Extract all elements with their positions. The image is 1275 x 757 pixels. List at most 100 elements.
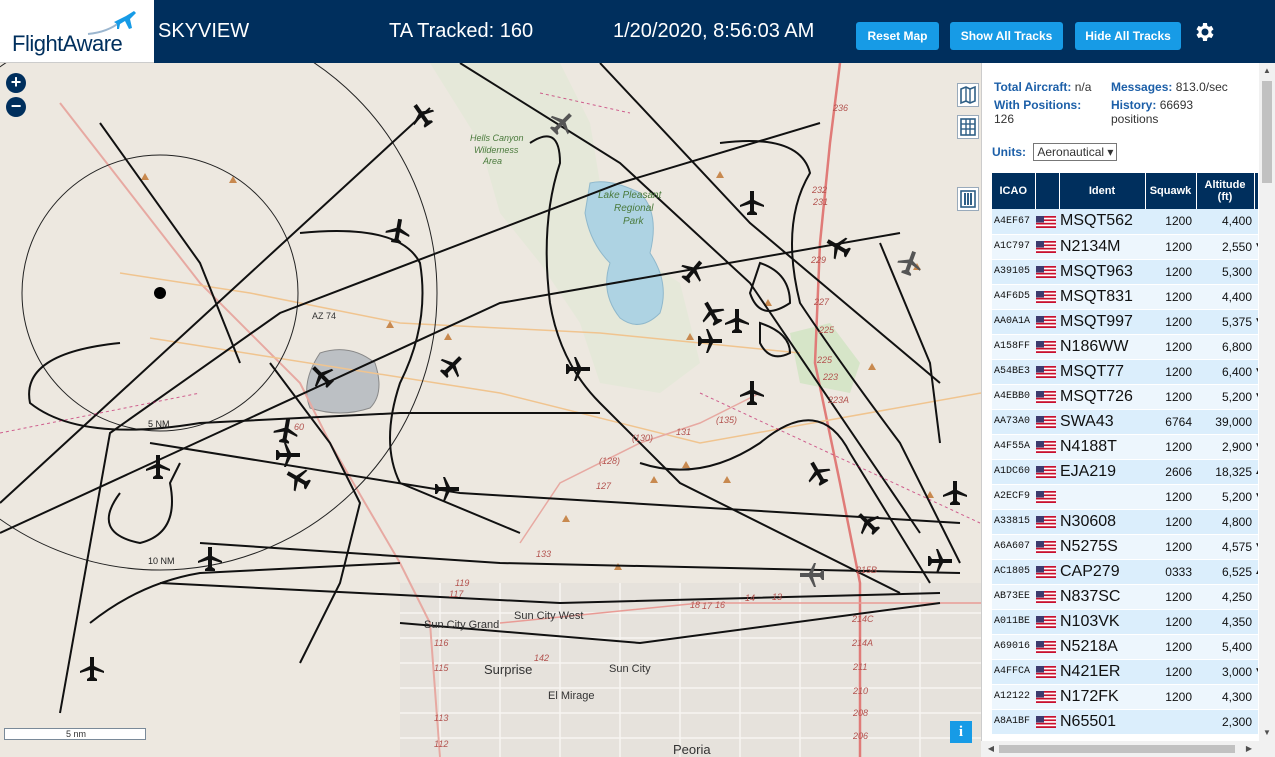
cell-squawk: 1200 bbox=[1145, 484, 1196, 510]
scroll-up-arrow[interactable]: ▲ bbox=[1259, 63, 1275, 79]
table-row[interactable]: AA0A1A MSQT99712005,375▼ bbox=[992, 309, 1258, 335]
table-row[interactable]: A158FF N186WW 1200 6,800 bbox=[992, 334, 1258, 360]
cell-altitude: 4,400 bbox=[1196, 284, 1254, 310]
table-row[interactable]: AB73EE N837SC 1200 4,250 bbox=[992, 584, 1258, 610]
cell-altitude: 5,400 bbox=[1196, 634, 1254, 660]
col-ident[interactable]: Ident bbox=[1059, 173, 1146, 209]
cell-icao: A69016 bbox=[992, 634, 1035, 660]
flightaware-logo[interactable]: FlightAware bbox=[0, 0, 154, 63]
table-row[interactable]: A4FFCA N421ER12003,000▼ bbox=[992, 659, 1258, 685]
us-flag-icon bbox=[1036, 516, 1056, 529]
table-row[interactable]: AC1805 CAP27903336,525▲ bbox=[992, 559, 1258, 585]
cell-flag bbox=[1035, 284, 1059, 310]
svg-text:236: 236 bbox=[832, 103, 848, 113]
col-more[interactable] bbox=[1254, 173, 1258, 209]
cell-trend bbox=[1254, 684, 1258, 710]
cell-flag bbox=[1035, 434, 1059, 460]
table-row[interactable]: A4F55A N4188T12002,900▼ bbox=[992, 434, 1258, 460]
panel-horizontal-scrollbar[interactable]: ◀ ▶ bbox=[981, 741, 1259, 757]
table-row[interactable]: AA73A0 SWA43 6764 39,000 bbox=[992, 409, 1258, 435]
map-area[interactable]: 5 NM 10 NM Hells Canyon Wilderness Area … bbox=[0, 63, 981, 757]
table-row[interactable]: A54BE3 MSQT7712006,400▼ bbox=[992, 359, 1258, 385]
table-row[interactable]: A8A1BF N65501 2,300 bbox=[992, 709, 1258, 735]
svg-text:133: 133 bbox=[536, 549, 551, 559]
zoom-in-button[interactable]: + bbox=[6, 73, 26, 93]
cell-icao: A1DC60 bbox=[992, 459, 1035, 485]
zoom-out-button[interactable]: − bbox=[6, 97, 26, 117]
units-row: Units: Aeronautical ▾ bbox=[992, 143, 1118, 161]
history-stat: History: 66693 positions bbox=[1111, 98, 1194, 126]
scroll-down-arrow[interactable]: ▼ bbox=[1259, 725, 1275, 741]
table-row[interactable]: A39105 MSQT963 1200 5,300 bbox=[992, 259, 1258, 285]
units-select[interactable]: Aeronautical ▾ bbox=[1033, 143, 1118, 161]
us-flag-icon bbox=[1036, 691, 1056, 704]
table-row[interactable]: A011BE N103VK 1200 4,350 bbox=[992, 609, 1258, 635]
cell-flag bbox=[1035, 259, 1059, 285]
svg-text:208: 208 bbox=[852, 708, 868, 718]
columns-icon bbox=[960, 190, 976, 208]
svg-text:116: 116 bbox=[434, 638, 448, 648]
hide-all-tracks-button[interactable]: Hide All Tracks bbox=[1075, 22, 1181, 50]
aircraft-table: ICAO Ident Squawk Altitude (ft) A4EF67 MS… bbox=[992, 173, 1258, 735]
cell-altitude: 5,375 bbox=[1196, 309, 1254, 335]
us-flag-icon bbox=[1036, 216, 1056, 229]
skyview-app: FlightAware SKYVIEW TA Tracked: 160 1/20… bbox=[0, 0, 1275, 757]
cell-icao: A158FF bbox=[992, 334, 1035, 360]
scroll-right-arrow[interactable]: ▶ bbox=[1241, 741, 1257, 757]
info-button[interactable]: i bbox=[950, 721, 972, 743]
cell-altitude: 6,800 bbox=[1196, 334, 1254, 360]
table-row[interactable]: A4EF67 MSQT562 1200 4,400 bbox=[992, 209, 1258, 235]
map-toggle-button[interactable] bbox=[957, 83, 979, 107]
table-row[interactable]: A69016 N5218A 1200 5,400 bbox=[992, 634, 1258, 660]
col-flag[interactable] bbox=[1035, 173, 1060, 209]
table-row[interactable]: A12122 N172FK 1200 4,300 bbox=[992, 684, 1258, 710]
aircraft-rows: A4EF67 MSQT562 1200 4,400 A1C797 N2134M 1200 2,… bbox=[992, 209, 1258, 735]
cell-trend: ▼ bbox=[1254, 234, 1258, 260]
cell-icao: A2ECF9 bbox=[992, 484, 1035, 510]
table-row[interactable]: A33815 N30608 1200 4,800 bbox=[992, 509, 1258, 535]
hscroll-thumb[interactable] bbox=[999, 745, 1235, 753]
table-row[interactable]: A4EBB0 MSQT72612005,200▼ bbox=[992, 384, 1258, 410]
scroll-thumb[interactable] bbox=[1262, 81, 1272, 183]
scroll-left-arrow[interactable]: ◀ bbox=[983, 741, 999, 757]
svg-text:227: 227 bbox=[813, 297, 830, 307]
svg-text:206: 206 bbox=[852, 731, 868, 741]
table-row[interactable]: A1C797 N2134M12002,550▼ bbox=[992, 234, 1258, 260]
columns-toggle-button[interactable] bbox=[957, 187, 979, 211]
show-all-tracks-button[interactable]: Show All Tracks bbox=[950, 22, 1063, 50]
svg-text:(128): (128) bbox=[599, 456, 620, 466]
cell-icao: A12122 bbox=[992, 684, 1035, 710]
cell-icao: A54BE3 bbox=[992, 359, 1035, 385]
map-scale-bar: 5 nm bbox=[4, 728, 146, 740]
col-altitude[interactable]: Altitude (ft) bbox=[1196, 173, 1255, 209]
grid-toggle-button[interactable] bbox=[957, 115, 979, 139]
table-row[interactable]: A4F6D5 MSQT831 1200 4,400 bbox=[992, 284, 1258, 310]
cell-flag bbox=[1035, 409, 1059, 435]
svg-text:Sun City West: Sun City West bbox=[514, 610, 584, 622]
gear-icon[interactable] bbox=[1192, 20, 1216, 44]
ring-label-10nm: 10 NM bbox=[148, 556, 175, 566]
us-flag-icon bbox=[1036, 491, 1056, 504]
cell-squawk: 1200 bbox=[1145, 284, 1196, 310]
cell-flag bbox=[1035, 309, 1059, 335]
panel-scrollbar[interactable]: ▲ ▼ bbox=[1259, 63, 1275, 757]
table-row[interactable]: A1DC60 EJA219260618,325▲ bbox=[992, 459, 1258, 485]
cell-ident: N186WW bbox=[1059, 334, 1145, 360]
table-row[interactable]: A6A607 N5275S12004,575▼ bbox=[992, 534, 1258, 560]
units-label: Units: bbox=[992, 145, 1026, 159]
cell-squawk: 1200 bbox=[1145, 209, 1196, 235]
reset-map-button[interactable]: Reset Map bbox=[856, 22, 939, 50]
cell-ident: N2134M bbox=[1059, 234, 1145, 260]
us-flag-icon bbox=[1036, 716, 1056, 729]
svg-text:60: 60 bbox=[294, 422, 304, 432]
cell-icao: AA73A0 bbox=[992, 409, 1035, 435]
col-squawk[interactable]: Squawk bbox=[1145, 173, 1197, 209]
cell-squawk: 1200 bbox=[1145, 584, 1196, 610]
scale-label: 5 nm bbox=[65, 729, 86, 739]
cell-altitude: 4,800 bbox=[1196, 509, 1254, 535]
table-row[interactable]: A2ECF9 12005,200▼ bbox=[992, 484, 1258, 510]
cell-altitude: 39,000 bbox=[1196, 409, 1254, 435]
col-icao[interactable]: ICAO bbox=[992, 173, 1036, 209]
cell-ident: N5218A bbox=[1059, 634, 1145, 660]
svg-text:(135): (135) bbox=[716, 415, 737, 425]
